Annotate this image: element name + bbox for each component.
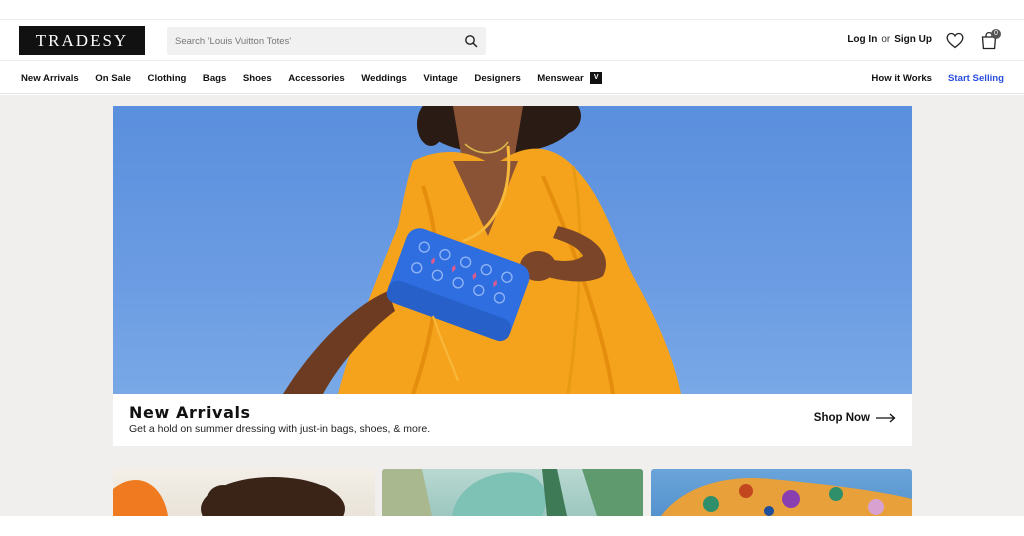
- nav-bags[interactable]: Bags: [203, 73, 226, 84]
- signup-link[interactable]: Sign Up: [894, 34, 932, 45]
- hero-banner[interactable]: New Arrivals Get a hold on summer dressi…: [113, 106, 912, 446]
- promo-tile-1[interactable]: [113, 469, 375, 516]
- cart-count-badge: 0: [991, 29, 1001, 39]
- promo-image-2: [382, 469, 643, 516]
- nav-clothing[interactable]: Clothing: [148, 73, 187, 84]
- utility-nav: How it Works Start Selling: [871, 62, 1004, 94]
- promo-tile-2[interactable]: [382, 469, 643, 516]
- arrow-right-icon: [876, 413, 896, 423]
- hero-image: [113, 106, 912, 394]
- promo-tiles: [113, 469, 912, 516]
- search-icon[interactable]: [464, 34, 478, 48]
- hero-illustration: [283, 106, 681, 394]
- nav-vintage[interactable]: Vintage: [423, 73, 457, 84]
- nav-weddings[interactable]: Weddings: [361, 73, 407, 84]
- search-bar: [167, 27, 486, 55]
- promo-tile-3[interactable]: [651, 469, 912, 516]
- how-it-works-link[interactable]: How it Works: [871, 73, 932, 84]
- start-selling-link[interactable]: Start Selling: [948, 73, 1004, 84]
- nav-accessories[interactable]: Accessories: [288, 73, 345, 84]
- category-nav: New Arrivals On Sale Clothing Bags Shoes…: [21, 62, 603, 94]
- shop-now-button[interactable]: Shop Now: [814, 412, 896, 424]
- promo-image-1: [113, 477, 345, 516]
- top-band: [0, 0, 1024, 20]
- promo-image-3: [661, 478, 912, 516]
- hero-caption: New Arrivals Get a hold on summer dressi…: [113, 394, 912, 446]
- menswear-badge[interactable]: V: [590, 72, 603, 84]
- main-nav: New Arrivals On Sale Clothing Bags Shoes…: [0, 62, 1024, 94]
- login-link[interactable]: Log In: [847, 34, 877, 45]
- main-content: New Arrivals Get a hold on summer dressi…: [0, 95, 1024, 516]
- tradesy-logo[interactable]: TRADESY: [19, 26, 145, 55]
- nav-menswear[interactable]: Menswear: [537, 73, 583, 84]
- heart-icon[interactable]: [946, 32, 964, 49]
- nav-new-arrivals[interactable]: New Arrivals: [21, 73, 79, 84]
- nav-shoes[interactable]: Shoes: [243, 73, 272, 84]
- shop-now-label: Shop Now: [813, 412, 870, 424]
- auth-links: Log In or Sign Up: [847, 34, 932, 45]
- nav-on-sale[interactable]: On Sale: [95, 73, 131, 84]
- hero-subtitle: Get a hold on summer dressing with just-…: [129, 423, 431, 435]
- bottom-band: [0, 516, 1024, 536]
- or-text: or: [881, 34, 891, 45]
- search-input[interactable]: [167, 27, 457, 55]
- hero-title: New Arrivals: [129, 403, 251, 422]
- site-header: TRADESY Log In orSign Up 0: [0, 21, 1024, 61]
- nav-designers[interactable]: Designers: [474, 73, 520, 84]
